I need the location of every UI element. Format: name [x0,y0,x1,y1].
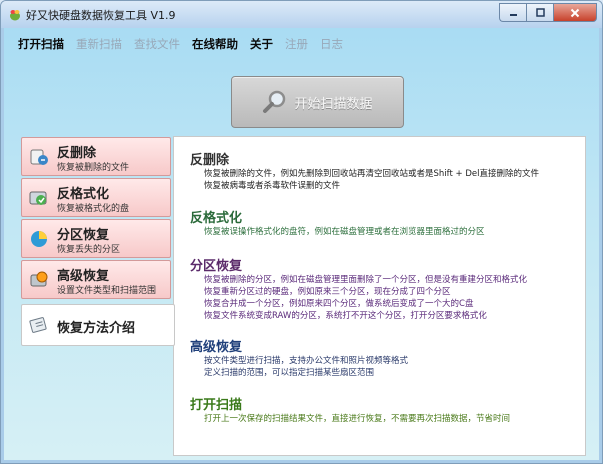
maximize-button[interactable] [526,3,553,22]
sidebar-item-subtitle: 恢复丢失的分区 [57,245,121,255]
section-line: 恢复被病毒或者杀毒软件误删的文件 [204,181,341,191]
section-unformat: 反格式化 恢复被误操作格式化的盘符，例如在磁盘管理或者在浏览器里面格过的分区 [190,207,485,238]
sidebar-item-title: 反格式化 [57,187,110,202]
section-line: 恢复重新分区过的硬盘，例如原来三个分区，现在分成了四个分区 [204,287,451,297]
unformat-icon [29,191,47,205]
sidebar-item-advanced[interactable]: 高级恢复 设置文件类型和扫描范围 [21,260,171,299]
section-line: 按文件类型进行扫描，支持办公文件和照片视频等格式 [204,356,409,366]
sidebar-item-guide[interactable]: 恢复方法介绍 [21,304,175,346]
minimize-icon [509,14,517,16]
sidebar-item-subtitle: 设置文件类型和扫描范围 [57,286,157,296]
section-line: 定义扫描的范围，可以指定扫描某些扇区范围 [204,368,375,378]
menu-online-help[interactable]: 在线帮助 [192,36,238,54]
menu-register[interactable]: 注册 [285,36,308,54]
title-bar[interactable]: 好又快硬盘数据恢复工具 V1.9 [1,1,602,28]
section-title: 反格式化 [190,211,243,226]
start-scan-button[interactable]: 开始扫描数据 [231,76,404,128]
window-title: 好又快硬盘数据恢复工具 V1.9 [26,9,176,22]
section-line: 恢复被删除的文件，例如先删除到回收站再清空回收站或者是Shift + Del直接… [204,169,539,179]
section-line: 恢复合并成一个分区，例如原来四个分区，做系统后变成了一个大的C盘 [204,299,474,309]
sidebar-item-title: 分区恢复 [57,228,110,243]
sidebar-item-partition[interactable]: 分区恢复 恢复丢失的分区 [21,219,171,258]
advanced-icon [30,271,48,287]
section-partition: 分区恢复 恢复被删除的分区，例如在磁盘管理里面删除了一个分区，但是没有重建分区和… [190,255,527,322]
close-button[interactable] [553,3,597,22]
sidebar-item-title: 反删除 [57,146,97,161]
sidebar-item-subtitle: 恢复被格式化的盘 [57,204,130,214]
guide-icon [29,317,47,333]
menu-about[interactable]: 关于 [250,36,273,54]
sidebar-item-title: 恢复方法介绍 [57,321,136,336]
close-icon [570,8,580,17]
toolbar-menu: 打开扫描 重新扫描 查找文件 在线帮助 关于 注册 日志 [18,36,355,54]
sidebar-item-undelete[interactable]: 反删除 恢复被删除的文件 [21,137,171,176]
minimize-button[interactable] [499,3,526,22]
sidebar-item-title: 高级恢复 [57,269,110,284]
sidebar-item-subtitle: 恢复被删除的文件 [57,163,130,173]
section-title: 打开扫描 [190,398,243,413]
menu-rescan[interactable]: 重新扫描 [76,36,122,54]
app-icon [10,10,20,21]
section-title: 分区恢复 [190,259,243,274]
start-scan-label: 开始扫描数据 [294,96,373,112]
app-window: 好又快硬盘数据恢复工具 V1.9 打开扫描 重新扫描 查找文件 在线帮助 关于 … [0,0,603,464]
maximize-icon [535,8,545,17]
section-title: 反删除 [190,153,230,168]
sidebar-item-unformat[interactable]: 反格式化 恢复被格式化的盘 [21,178,171,217]
section-line: 恢复被误操作格式化的盘符，例如在磁盘管理或者在浏览器里面格过的分区 [204,227,485,237]
undelete-icon [30,149,48,165]
content-panel: 反删除 恢复被删除的文件，例如先删除到回收站再清空回收站或者是Shift + D… [173,136,586,456]
menu-find-file[interactable]: 查找文件 [134,36,180,54]
client-area: 打开扫描 重新扫描 查找文件 在线帮助 关于 注册 日志 开始扫描数据 反删除 … [4,28,599,460]
section-title: 高级恢复 [190,340,243,355]
partition-icon [31,231,47,247]
section-advanced: 高级恢复 按文件类型进行扫描，支持办公文件和照片视频等格式 定义扫描的范围，可以… [190,336,408,379]
section-undelete: 反删除 恢复被删除的文件，例如先删除到回收站再清空回收站或者是Shift + D… [190,149,539,192]
section-line: 恢复被删除的分区，例如在磁盘管理里面删除了一个分区，但是没有重建分区和格式化 [204,275,528,285]
section-line: 恢复文件系统变成RAW的分区，系统打不开这个分区，打开分区要求格式化 [204,311,487,321]
menu-log[interactable]: 日志 [320,36,343,54]
menu-open-scan[interactable]: 打开扫描 [18,36,64,54]
section-open-scan: 打开扫描 打开上一次保存的扫描结果文件，直接进行恢复，不需要再次扫描数据，节省时… [190,394,510,425]
magnifier-icon [263,90,286,113]
section-line: 打开上一次保存的扫描结果文件，直接进行恢复，不需要再次扫描数据，节省时间 [204,414,511,424]
